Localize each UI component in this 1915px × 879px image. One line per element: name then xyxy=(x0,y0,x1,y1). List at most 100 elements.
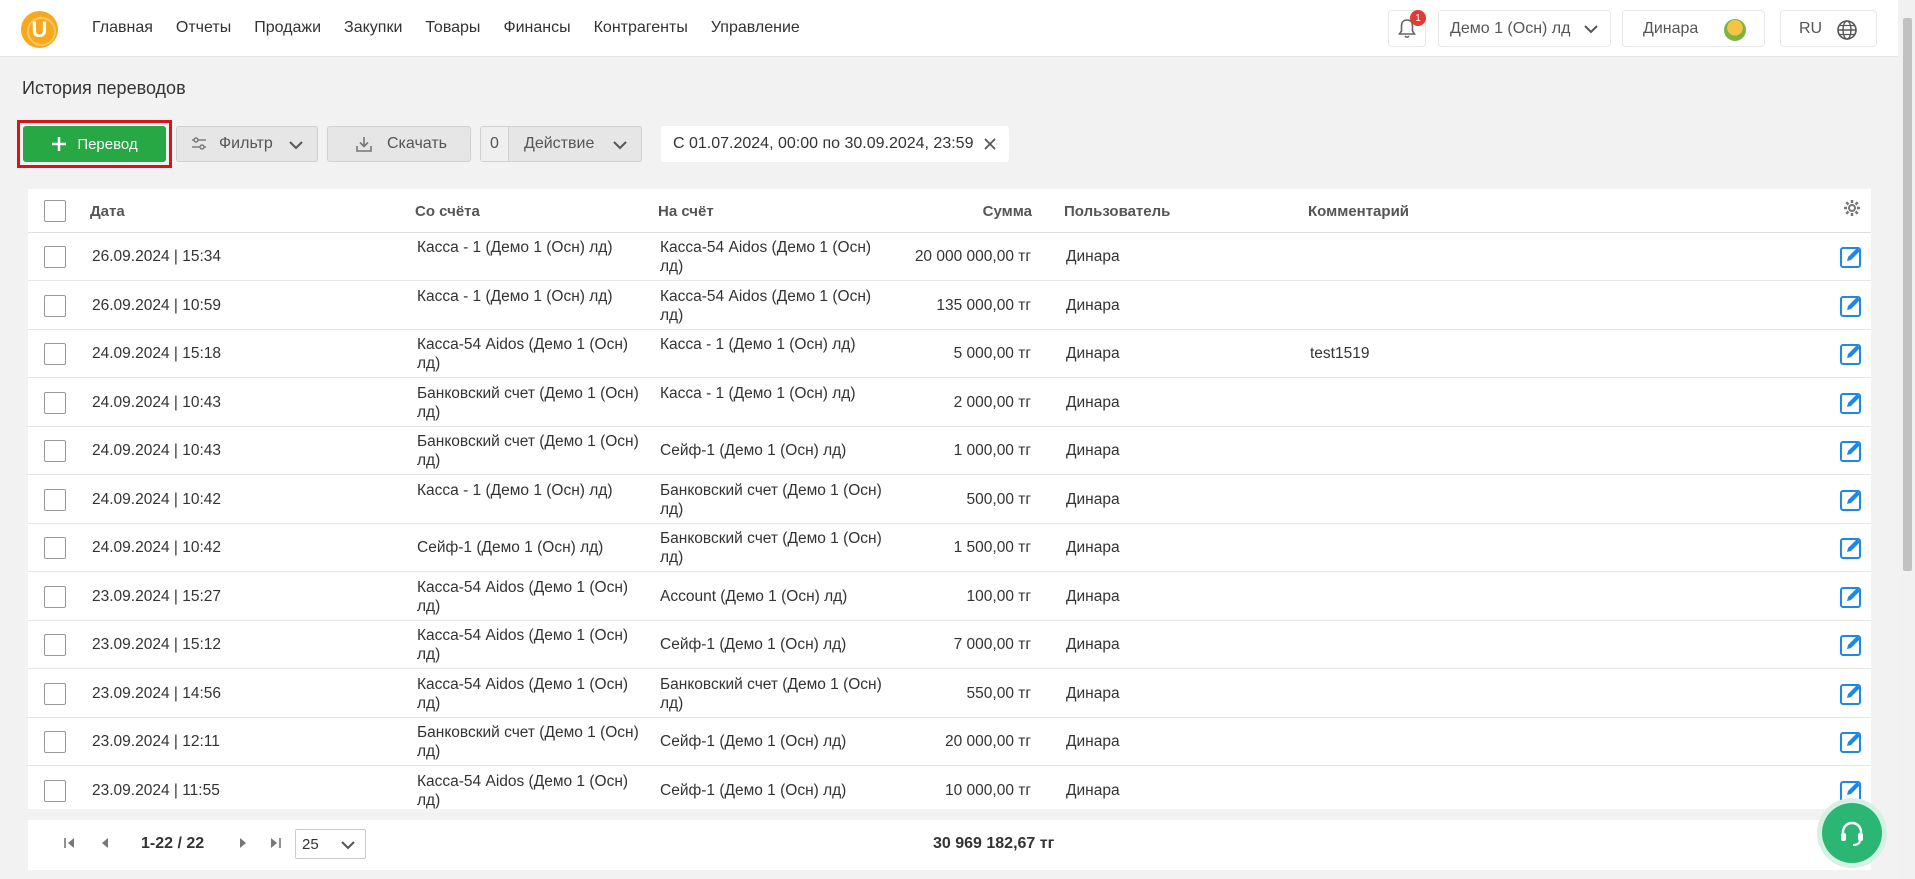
nav-item[interactable]: Отчеты xyxy=(176,19,231,37)
row-checkbox[interactable] xyxy=(44,343,66,365)
row-checkbox[interactable] xyxy=(44,634,66,656)
edit-icon[interactable] xyxy=(1839,730,1863,754)
chevron-down-icon xyxy=(341,841,355,850)
chevron-down-icon xyxy=(289,141,303,150)
cell-date: 24.09.2024 | 10:43 xyxy=(92,442,222,459)
edit-icon[interactable] xyxy=(1839,488,1863,512)
download-icon xyxy=(356,137,372,152)
gear-icon[interactable] xyxy=(1843,199,1861,217)
action-dropdown[interactable]: 0 Действие xyxy=(480,126,642,162)
edit-icon[interactable] xyxy=(1839,633,1863,657)
previous-page-icon[interactable] xyxy=(98,836,112,850)
row-checkbox[interactable] xyxy=(44,731,66,753)
page-scrollbar[interactable] xyxy=(1900,0,1915,879)
support-chat-button[interactable] xyxy=(1822,803,1882,863)
select-all-checkbox[interactable] xyxy=(44,200,66,222)
table-row[interactable]: 23.09.2024 | 11:55 Касса-54 Aidos (Демо 1… xyxy=(28,767,1871,810)
table-row[interactable]: 24.09.2024 | 10:42 Касса - 1 (Демо 1 (Осн… xyxy=(28,476,1871,524)
cell-from-account: Касса-54 Aidos (Демо 1 (Осн) лд) xyxy=(417,772,629,809)
nav-item[interactable]: Товары xyxy=(425,19,480,37)
table-header: Дата Со счёта На счёт Сумма Пользователь… xyxy=(28,189,1871,233)
edit-icon[interactable] xyxy=(1839,682,1863,706)
edit-icon[interactable] xyxy=(1839,779,1863,803)
edit-icon[interactable] xyxy=(1839,439,1863,463)
next-page-icon[interactable] xyxy=(236,836,250,850)
download-button-label: Скачать xyxy=(387,135,447,152)
nav-item[interactable]: Финансы xyxy=(503,19,570,37)
row-checkbox[interactable] xyxy=(44,246,66,268)
user-menu[interactable]: Динара xyxy=(1622,10,1765,47)
cell-date: 24.09.2024 | 10:43 xyxy=(92,393,222,411)
main-menu: Главная Отчеты Продажи Закупки Товары Финансы… xyxy=(92,19,800,37)
close-icon[interactable] xyxy=(981,135,999,153)
download-button[interactable]: Скачать xyxy=(327,126,471,162)
cell-date: 24.09.2024 | 10:42 xyxy=(92,539,222,556)
row-checkbox[interactable] xyxy=(44,682,66,705)
cell-date: 26.09.2024 | 15:34 xyxy=(92,248,222,265)
table-row[interactable]: 26.09.2024 | 15:34 Касса - 1 (Демо 1 (Осн… xyxy=(28,233,1871,281)
edit-icon[interactable] xyxy=(1839,245,1863,269)
cell-user: Динара xyxy=(1066,684,1120,702)
table-row[interactable]: 24.09.2024 | 10:43 Банковский счет (Демо … xyxy=(28,379,1871,427)
nav-item[interactable]: Контрагенты xyxy=(594,19,688,37)
table-row[interactable]: 24.09.2024 | 10:42 Сейф-1 (Демо 1 (Осн) л… xyxy=(28,524,1871,572)
cell-date: 23.09.2024 | 11:55 xyxy=(92,781,220,799)
filter-button[interactable]: Фильтр xyxy=(176,126,318,162)
nav-item[interactable]: Управление xyxy=(711,19,800,37)
table-row[interactable]: 26.09.2024 | 10:59 Касса - 1 (Демо 1 (Осн… xyxy=(28,282,1871,330)
cell-amount: 500,00 тг xyxy=(966,490,1031,508)
column-header-user[interactable]: Пользователь xyxy=(1064,203,1170,220)
table-row[interactable]: 23.09.2024 | 12:11 Банковский счет (Демо … xyxy=(28,718,1871,766)
rows-per-page-value: 25 xyxy=(302,835,319,853)
column-header-to[interactable]: На счёт xyxy=(658,203,714,220)
edit-icon[interactable] xyxy=(1839,585,1863,609)
edit-icon[interactable] xyxy=(1839,536,1863,560)
company-selector[interactable]: Демо 1 (Осн) лд xyxy=(1438,10,1611,47)
row-checkbox[interactable] xyxy=(44,488,66,511)
cell-date: 24.09.2024 | 10:42 xyxy=(92,490,222,508)
nav-item[interactable]: Продажи xyxy=(254,19,321,37)
last-page-icon[interactable] xyxy=(268,836,282,850)
rows-per-page-select[interactable]: 25 xyxy=(295,829,366,859)
column-header-from[interactable]: Со счёта xyxy=(415,203,480,220)
row-checkbox[interactable] xyxy=(44,294,66,317)
scrollbar-thumb[interactable] xyxy=(1903,18,1912,571)
column-header-date[interactable]: Дата xyxy=(90,203,125,220)
cell-from-account: Сейф-1 (Демо 1 (Осн) лд) xyxy=(417,539,604,556)
cell-user: Динара xyxy=(1066,393,1120,411)
row-checkbox[interactable] xyxy=(44,585,66,608)
cell-user: Динара xyxy=(1066,490,1120,508)
table-row[interactable]: 24.09.2024 | 15:18 Касса-54 Aidos (Демо 1… xyxy=(28,330,1871,378)
app-logo[interactable]: U xyxy=(21,11,58,48)
transfers-table: Дата Со счёта На счёт Сумма Пользователь… xyxy=(28,189,1871,809)
chevron-down-icon xyxy=(1584,25,1598,34)
table-row[interactable]: 24.09.2024 | 10:43 Банковский счет (Демо … xyxy=(28,427,1871,475)
cell-date: 24.09.2024 | 15:18 xyxy=(92,345,222,362)
row-checkbox[interactable] xyxy=(44,779,66,802)
nav-item[interactable]: Закупки xyxy=(344,19,402,37)
notifications-button[interactable]: 1 xyxy=(1388,10,1426,47)
column-header-comment[interactable]: Комментарий xyxy=(1308,203,1409,220)
transfer-button-label: Перевод xyxy=(77,135,138,153)
table-row[interactable]: 23.09.2024 | 14:56 Касса-54 Aidos (Демо 1… xyxy=(28,670,1871,718)
language-selector[interactable]: RU xyxy=(1780,10,1877,47)
nav-item[interactable]: Главная xyxy=(92,19,153,37)
table-row[interactable]: 23.09.2024 | 15:27 Касса-54 Aidos (Демо 1… xyxy=(28,573,1871,621)
cell-date: 26.09.2024 | 10:59 xyxy=(92,296,222,314)
transfer-button[interactable]: Перевод xyxy=(23,126,166,162)
edit-icon[interactable] xyxy=(1839,391,1863,415)
table-row[interactable]: 23.09.2024 | 15:12 Касса-54 Aidos (Демо 1… xyxy=(28,621,1871,669)
date-range-filter-chip[interactable]: С 01.07.2024, 00:00 по 30.09.2024, 23:59 xyxy=(661,126,1009,162)
chevron-down-icon xyxy=(613,141,627,150)
row-checkbox[interactable] xyxy=(44,537,66,559)
column-header-amount[interactable]: Сумма xyxy=(802,203,1032,220)
first-page-icon[interactable] xyxy=(63,836,77,850)
row-checkbox[interactable] xyxy=(44,391,66,414)
cell-from-account: Касса - 1 (Демо 1 (Осн) лд) xyxy=(417,481,613,499)
edit-icon[interactable] xyxy=(1839,342,1863,366)
cell-from-account: Касса-54 Aidos (Демо 1 (Осн) лд) xyxy=(417,675,629,712)
row-checkbox[interactable] xyxy=(44,440,66,462)
cell-date: 23.09.2024 | 15:27 xyxy=(92,587,222,605)
cell-user: Динара xyxy=(1066,296,1120,314)
edit-icon[interactable] xyxy=(1839,294,1863,318)
